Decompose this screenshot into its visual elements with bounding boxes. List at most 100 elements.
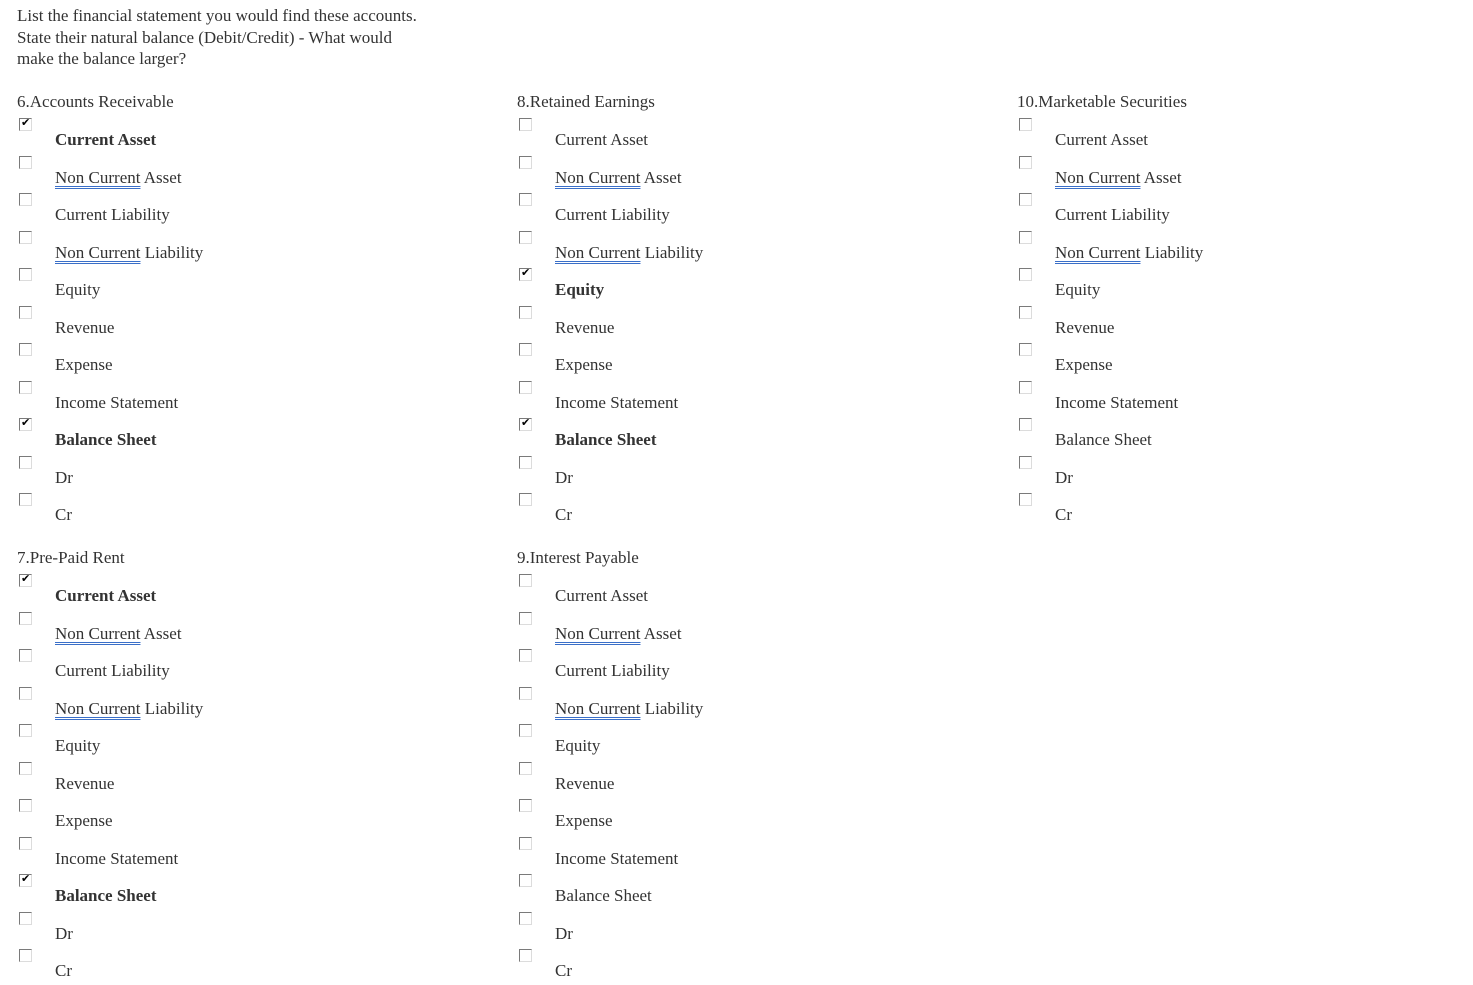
option-equity[interactable]: ✔ Equity (517, 718, 997, 756)
option-label[interactable]: Non Current Asset (55, 624, 182, 644)
checkbox[interactable]: ✔ (519, 724, 532, 737)
option-non-current-liability[interactable]: ✔ Non Current Liability (517, 225, 997, 263)
checkbox[interactable]: ✔ (519, 874, 532, 887)
option-balance-sheet[interactable]: ✔ Balance Sheet (517, 868, 997, 906)
option-label[interactable]: Balance Sheet (555, 886, 652, 906)
checkbox[interactable]: ✔ (19, 343, 32, 356)
checkbox[interactable]: ✔ (19, 416, 32, 431)
checkbox[interactable]: ✔ (1019, 343, 1032, 356)
option-label[interactable]: Equity (555, 736, 600, 756)
checkbox[interactable]: ✔ (519, 155, 532, 169)
option-label[interactable]: Balance Sheet (55, 886, 157, 906)
checkbox[interactable]: ✔ (19, 836, 32, 850)
option-current-liability[interactable]: ✔ Current Liability (517, 187, 997, 225)
checkbox[interactable]: ✔ (19, 305, 32, 319)
checkbox[interactable]: ✔ (519, 193, 532, 206)
option-label[interactable]: Balance Sheet (555, 430, 657, 450)
option-equity[interactable]: ✔ Equity (17, 718, 497, 756)
option-label[interactable]: Cr (55, 961, 72, 981)
option-label[interactable]: Equity (55, 280, 100, 300)
option-dr[interactable]: ✔ Dr (1017, 450, 1473, 488)
option-label[interactable]: Income Statement (1055, 393, 1178, 413)
option-label[interactable]: Non Current Liability (555, 699, 703, 719)
option-label[interactable]: Revenue (55, 774, 114, 794)
checkbox[interactable]: ✔ (19, 686, 32, 700)
option-label[interactable]: Cr (555, 505, 572, 525)
option-label[interactable]: Non Current Asset (55, 168, 182, 188)
checkbox[interactable]: ✔ (1019, 418, 1032, 431)
option-label[interactable]: Current Asset (1055, 130, 1148, 150)
option-dr[interactable]: ✔ Dr (17, 450, 497, 488)
option-income-statement[interactable]: ✔ Income Statement (17, 831, 497, 869)
option-label[interactable]: Non Current Asset (1055, 168, 1182, 188)
option-label[interactable]: Revenue (555, 318, 614, 338)
checkbox[interactable]: ✔ (519, 799, 532, 812)
checkbox[interactable]: ✔ (19, 799, 32, 812)
checkbox[interactable]: ✔ (1019, 493, 1032, 506)
option-cr[interactable]: ✔ Cr (1017, 487, 1473, 525)
checkbox[interactable]: ✔ (19, 761, 32, 775)
option-label[interactable]: Equity (555, 280, 604, 300)
option-label[interactable]: Balance Sheet (55, 430, 157, 450)
checkbox[interactable]: ✔ (519, 574, 532, 587)
option-label[interactable]: Income Statement (555, 393, 678, 413)
option-label[interactable]: Current Asset (55, 586, 156, 606)
option-non-current-liability[interactable]: ✔ Non Current Liability (1017, 225, 1473, 263)
option-label[interactable]: Equity (1055, 280, 1100, 300)
option-income-statement[interactable]: ✔ Income Statement (1017, 375, 1473, 413)
option-label[interactable]: Income Statement (55, 393, 178, 413)
option-dr[interactable]: ✔ Dr (17, 906, 497, 944)
option-non-current-liability[interactable]: ✔ Non Current Liability (17, 681, 497, 719)
option-label[interactable]: Dr (55, 468, 73, 488)
checkbox[interactable]: ✔ (1019, 155, 1032, 169)
option-label[interactable]: Current Liability (1055, 205, 1170, 225)
option-label[interactable]: Non Current Liability (1055, 243, 1203, 263)
checkbox[interactable]: ✔ (19, 155, 32, 169)
checkbox[interactable]: ✔ (1019, 230, 1032, 244)
checkbox[interactable]: ✔ (19, 949, 32, 962)
option-non-current-liability[interactable]: ✔ Non Current Liability (17, 225, 497, 263)
option-dr[interactable]: ✔ Dr (517, 450, 997, 488)
checkbox[interactable]: ✔ (19, 230, 32, 244)
option-balance-sheet[interactable]: ✔ Balance Sheet (1017, 412, 1473, 450)
checkbox[interactable]: ✔ (19, 380, 32, 394)
checkbox[interactable]: ✔ (519, 836, 532, 850)
checkbox[interactable]: ✔ (1019, 118, 1032, 131)
option-label[interactable]: Expense (55, 811, 113, 831)
checkbox[interactable]: ✔ (1019, 455, 1032, 469)
option-label[interactable]: Current Asset (555, 586, 648, 606)
option-revenue[interactable]: ✔ Revenue (1017, 300, 1473, 338)
checkbox[interactable]: ✔ (519, 761, 532, 775)
checkbox[interactable]: ✔ (519, 230, 532, 244)
option-label[interactable]: Dr (555, 468, 573, 488)
option-label[interactable]: Cr (555, 961, 572, 981)
checkbox[interactable]: ✔ (519, 455, 532, 469)
option-label[interactable]: Balance Sheet (1055, 430, 1152, 450)
option-label[interactable]: Income Statement (55, 849, 178, 869)
option-label[interactable]: Current Liability (555, 205, 670, 225)
checkbox[interactable]: ✔ (19, 493, 32, 506)
option-label[interactable]: Revenue (555, 774, 614, 794)
checkbox[interactable]: ✔ (19, 572, 32, 587)
checkbox[interactable]: ✔ (19, 116, 32, 131)
option-label[interactable]: Expense (555, 811, 613, 831)
checkbox[interactable]: ✔ (19, 724, 32, 737)
option-label[interactable]: Current Liability (555, 661, 670, 681)
checkbox[interactable]: ✔ (519, 380, 532, 394)
option-cr[interactable]: ✔ Cr (517, 487, 997, 525)
option-label[interactable]: Non Current Liability (555, 243, 703, 263)
option-non-current-liability[interactable]: ✔ Non Current Liability (517, 681, 997, 719)
option-current-asset[interactable]: ✔ Current Asset (1017, 112, 1473, 150)
option-income-statement[interactable]: ✔ Income Statement (517, 831, 997, 869)
option-balance-sheet[interactable]: ✔ Balance Sheet (517, 412, 997, 450)
option-label[interactable]: Expense (55, 355, 113, 375)
checkbox[interactable]: ✔ (519, 118, 532, 131)
option-income-statement[interactable]: ✔ Income Statement (517, 375, 997, 413)
option-revenue[interactable]: ✔ Revenue (517, 300, 997, 338)
option-expense[interactable]: ✔ Expense (17, 793, 497, 831)
checkbox[interactable]: ✔ (519, 911, 532, 925)
option-label[interactable]: Current Asset (55, 130, 156, 150)
option-non-current-asset[interactable]: ✔ Non Current Asset (517, 150, 997, 188)
checkbox[interactable]: ✔ (1019, 193, 1032, 206)
checkbox[interactable]: ✔ (19, 455, 32, 469)
